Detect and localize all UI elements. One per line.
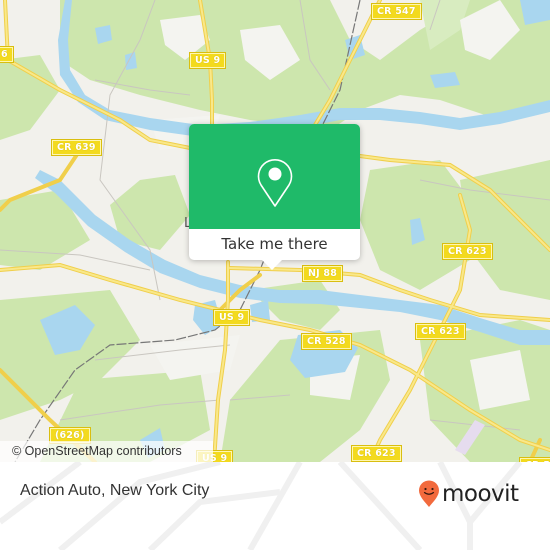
road-shield: CR 623 bbox=[351, 445, 402, 462]
road-shield: NJ 88 bbox=[301, 265, 344, 282]
take-me-there-popup[interactable]: Take me there bbox=[189, 124, 360, 270]
popup-header[interactable] bbox=[189, 124, 360, 229]
take-me-there-button[interactable]: Take me there bbox=[189, 229, 360, 260]
moovit-logo[interactable]: moovit bbox=[418, 474, 519, 514]
map-view[interactable]: L CR 547 US 9 6 CR 639 NJ 88 CR 623 US 9… bbox=[0, 0, 550, 462]
road-shield: CR 547 bbox=[371, 3, 422, 20]
place-name: Action Auto, New York City bbox=[20, 482, 210, 499]
popup-pointer bbox=[262, 260, 282, 270]
road-shield: 6 bbox=[0, 46, 14, 63]
map-attribution[interactable]: © OpenStreetMap contributors bbox=[0, 441, 213, 462]
road-shield: US 9 bbox=[188, 52, 227, 69]
road-shield: CR 623 bbox=[442, 243, 493, 260]
road-shield: CR 528 bbox=[301, 333, 352, 350]
road-shield: CR 639 bbox=[51, 139, 102, 156]
road-shield: CR 623 bbox=[415, 323, 466, 340]
road-shield: US 9 bbox=[212, 309, 251, 326]
moovit-smiley-pin-icon bbox=[419, 480, 439, 507]
footer-bar: Action Auto, New York City moovit bbox=[0, 462, 550, 550]
moovit-wordmark: moovit bbox=[442, 481, 519, 507]
map-pin-icon bbox=[257, 159, 293, 207]
